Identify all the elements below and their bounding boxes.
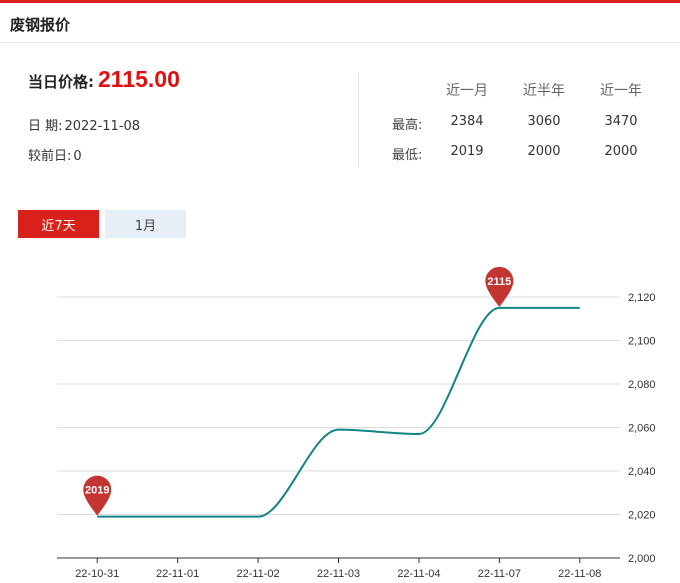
stats-high-year: 3470 xyxy=(604,114,638,129)
stats-high-label: 最高: xyxy=(392,118,423,133)
x-tick-label: 22-11-03 xyxy=(317,568,360,580)
stats-high-half-year: 3060 xyxy=(527,114,561,129)
today-price-row: 当日价格: 2115.00 xyxy=(28,66,180,93)
stats-column-month: 近一月 xyxy=(446,83,488,99)
stats-low-month: 2019 xyxy=(450,144,484,159)
marker-label: 2115 xyxy=(487,276,511,288)
price-line-chart: 2,000 2,020 2,040 2,060 2,080 2,100 2,120 22-10… xyxy=(57,266,656,580)
x-tick-label: 22-11-04 xyxy=(397,568,440,580)
x-tick-label: 22-11-02 xyxy=(236,568,279,580)
stats-column-year: 近一年 xyxy=(600,83,642,99)
y-tick-label: 2,100 xyxy=(628,336,656,348)
y-tick-label: 2,020 xyxy=(628,510,656,522)
date-value: 2022-11-08 xyxy=(64,119,141,134)
panel-title: 废钢报价 xyxy=(10,16,71,34)
today-price-label: 当日价格: xyxy=(28,73,94,91)
panel-header: 废钢报价 xyxy=(0,3,680,43)
y-tick-label: 2,080 xyxy=(628,379,656,391)
x-tick-label: 22-11-01 xyxy=(156,568,199,580)
stats-high-month: 2384 xyxy=(450,114,484,129)
stats-low-half-year: 2000 xyxy=(527,144,561,159)
date-label: 日 期: xyxy=(28,119,63,134)
tab-7-days[interactable]: 近7天 xyxy=(18,210,99,238)
marker-label: 2019 xyxy=(85,485,109,497)
date-row: 日 期: 2022-11-08 xyxy=(28,115,140,134)
change-label: 较前日: xyxy=(28,149,72,164)
today-price-value: 2115.00 xyxy=(98,66,180,92)
stats-low-year: 2000 xyxy=(604,144,638,159)
stats-column-half-year: 近半年 xyxy=(523,83,565,99)
stats-divider xyxy=(358,72,359,168)
tab-1-month[interactable]: 1月 xyxy=(105,210,186,238)
change-value: 0 xyxy=(73,149,82,164)
x-tick-label: 22-10-31 xyxy=(75,568,119,580)
x-tick-label: 22-11-07 xyxy=(478,568,521,580)
change-row: 较前日: 0 xyxy=(28,145,82,164)
y-tick-label: 2,000 xyxy=(628,553,656,565)
y-tick-label: 2,060 xyxy=(628,423,656,435)
y-tick-label: 2,040 xyxy=(628,466,656,478)
y-tick-label: 2,120 xyxy=(628,292,656,304)
price-series-line xyxy=(97,306,580,518)
x-tick-label: 22-11-08 xyxy=(558,568,601,580)
stats-low-label: 最低: xyxy=(392,148,423,163)
